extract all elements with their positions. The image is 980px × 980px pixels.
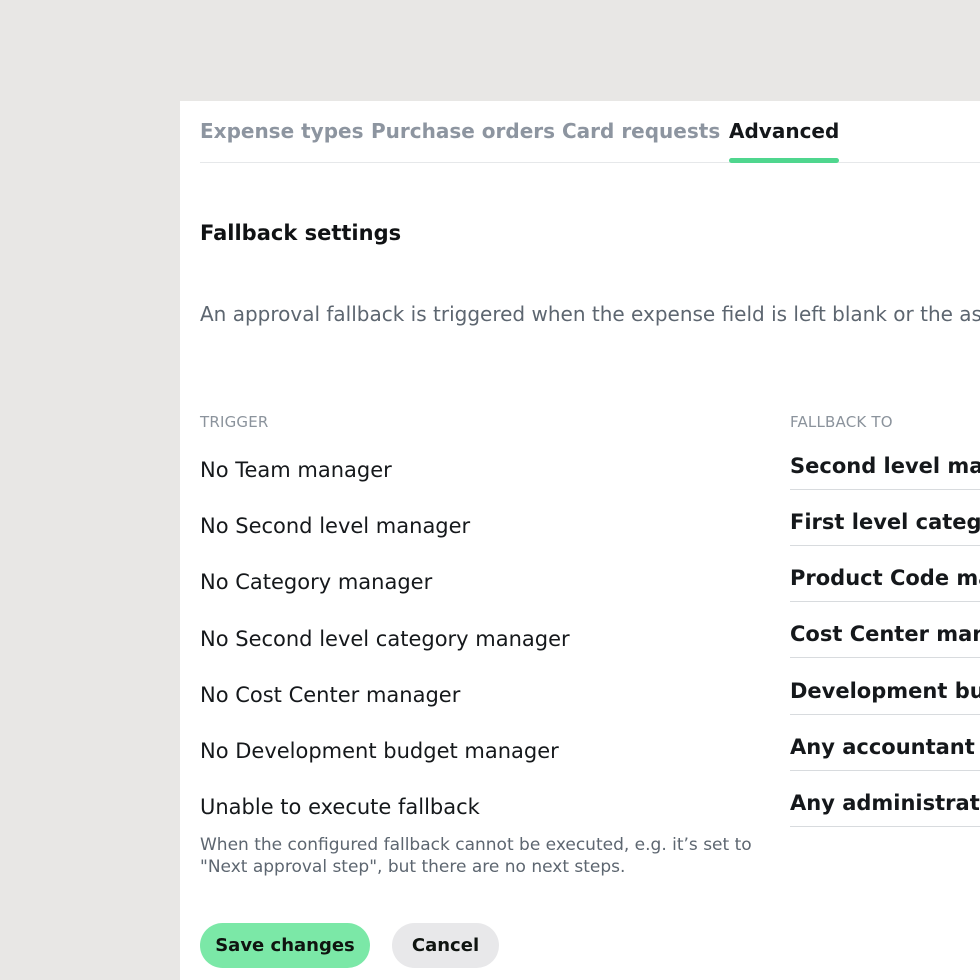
fallback-column-header: FALLBACK TO (790, 413, 893, 431)
fallback-value: Development bud (790, 679, 980, 703)
tab-advanced[interactable]: Advanced (729, 119, 840, 163)
settings-panel: Expense types Purchase orders Card reque… (180, 101, 980, 980)
fallback-value: Second level man (790, 454, 980, 478)
fallback-value: First level categor (790, 510, 980, 534)
trigger-team-manager: No Team manager (200, 458, 392, 482)
fallback-select-category-manager[interactable]: Product Code mar (790, 558, 980, 602)
cancel-button[interactable]: Cancel (392, 923, 499, 968)
tab-bar: Expense types Purchase orders Card reque… (200, 101, 980, 163)
fallback-select-team-manager[interactable]: Second level man (790, 446, 980, 490)
trigger-unable-to-execute: Unable to execute fallback (200, 795, 480, 819)
tab-purchase-orders[interactable]: Purchase orders (371, 119, 555, 162)
fallback-value: Any accountant (790, 735, 975, 759)
trigger-category-manager: No Category manager (200, 570, 433, 594)
tab-card-requests[interactable]: Card requests (562, 119, 720, 162)
trigger-development-budget-manager: No Development budget manager (200, 739, 559, 763)
fallback-value: Cost Center manc (790, 622, 980, 646)
trigger-second-level-category-manager: No Second level category manager (200, 627, 570, 651)
trigger-cost-center-manager: No Cost Center manager (200, 683, 461, 707)
fallback-note: When the configured fallback cannot be e… (200, 835, 752, 877)
save-changes-button[interactable]: Save changes (200, 923, 370, 968)
trigger-second-level-manager: No Second level manager (200, 514, 471, 538)
tab-expense-types[interactable]: Expense types (200, 119, 364, 162)
fallback-value: Any administrator (790, 791, 980, 815)
trigger-column-header: TRIGGER (200, 413, 269, 431)
fallback-select-development-budget-manager[interactable]: Any accountant (790, 727, 980, 771)
fallback-select-unable-to-execute[interactable]: Any administrator (790, 783, 980, 827)
fallback-select-second-level-category-manager[interactable]: Cost Center manc (790, 614, 980, 658)
section-title: Fallback settings (200, 221, 402, 245)
fallback-select-second-level-manager[interactable]: First level categor (790, 502, 980, 546)
fallback-select-cost-center-manager[interactable]: Development bud (790, 671, 980, 715)
section-description: An approval fallback is triggered when t… (200, 302, 980, 326)
fallback-value: Product Code mar (790, 566, 980, 590)
